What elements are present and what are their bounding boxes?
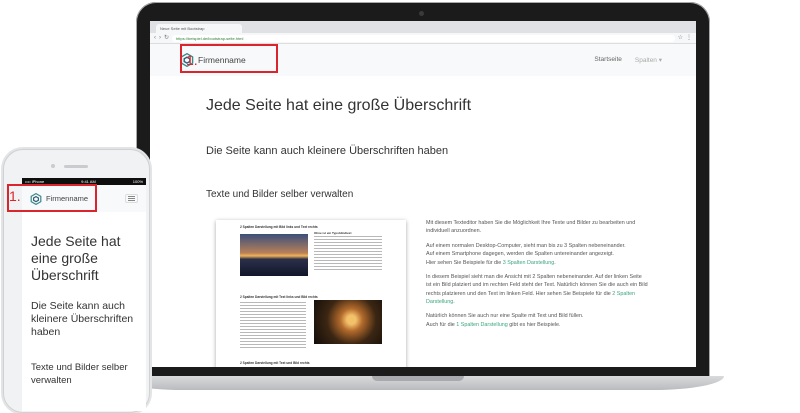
browser-tab[interactable]: Neue Seite mit Bootstrap (156, 24, 242, 33)
laptop-camera (419, 11, 424, 16)
preview-subheading: Ohne ist ein Typoblindtext (314, 231, 352, 235)
preview-text-block (314, 236, 382, 272)
page-subtitle: Die Seite kann auch kleinere Überschrift… (31, 300, 134, 338)
paragraph: Natürlich können Sie auch nur eine Spalt… (426, 312, 648, 329)
preview-night-photo (314, 300, 382, 344)
phone-content: Jede Seite hat eine große Überschrift Di… (22, 233, 146, 387)
link-3-spalten[interactable]: 3 Spalten Darstellung (503, 260, 555, 266)
url-field[interactable]: https://beispiel.de/bootstrap-seite.html (172, 34, 675, 42)
annotation-box (7, 184, 97, 212)
page-title: Jede Seite hat eine große Überschrift (31, 233, 121, 283)
text-line: Hier sehen Sie Beispiele für die (426, 259, 503, 266)
preview-heading-3: 2 Spalten Darstellung mit Text und Bild … (240, 361, 310, 365)
hamburger-menu-icon[interactable] (125, 194, 138, 203)
star-icon[interactable]: ☆ (678, 35, 683, 41)
link-1-spalten[interactable]: 1 Spalten Darstellung (456, 322, 508, 328)
preview-heading-2: 2 Spalten Darstellung mit Text links und… (240, 295, 318, 299)
document-preview-image: 2 Spalten Darstellung mit Bild links und… (216, 220, 406, 367)
text-line: . (453, 299, 455, 305)
preview-text-block (240, 302, 306, 348)
site-content: Jede Seite hat eine große Überschrift Di… (150, 97, 696, 200)
browser-tabbar: Neue Seite mit Bootstrap (150, 21, 696, 33)
nav-dropdown-spalten[interactable]: Spalten ▾ (635, 56, 662, 64)
paragraph: Mit diesem Texteditor haben Sie die Mögl… (426, 220, 636, 235)
content-text-column: Mit diesem Texteditor haben Sie die Mögl… (426, 219, 648, 335)
browser-addressbar: ‹ › ↻ https://beispiel.de/bootstrap-seit… (150, 33, 696, 44)
battery-label: 100% (132, 179, 143, 184)
reload-icon[interactable]: ↻ (164, 35, 169, 41)
text-line: Auch für die (426, 321, 457, 328)
laptop-notch (372, 376, 464, 381)
section-heading: Texte und Bilder selber verwalten (31, 362, 128, 386)
text-line: . (554, 259, 556, 266)
paragraph: In diesem Beispiel sieht man die Ansicht… (426, 273, 648, 307)
menu-dots-icon[interactable]: ⋮ (686, 35, 692, 41)
forward-icon[interactable]: › (159, 35, 161, 41)
preview-city-photo (240, 234, 308, 276)
text-line: Auf einem Smartphone dagegen, werden die… (426, 251, 614, 258)
phone-speaker (64, 165, 88, 168)
site-nav: Startseite Spalten ▾ (594, 56, 662, 64)
phone-camera (51, 164, 55, 168)
text-line: gibt es hier Beispiele. (507, 321, 561, 328)
section-heading: Texte und Bilder selber verwalten (206, 189, 354, 200)
page-title: Jede Seite hat eine große Überschrift (206, 97, 472, 114)
preview-heading-1: 2 Spalten Darstellung mit Bild links und… (240, 225, 318, 229)
nav-link-startseite[interactable]: Startseite (594, 56, 621, 64)
text-line: Auf einem normalen Desktop-Computer, sie… (426, 242, 626, 249)
phone-screen: •••• iPhone 9:41 AM 100% Firmenname Jede… (22, 178, 146, 411)
paragraph: Auf einem normalen Desktop-Computer, sie… (426, 242, 648, 267)
annotation-box (180, 44, 278, 73)
back-icon[interactable]: ‹ (154, 35, 156, 41)
text-line: Natürlich können Sie auch nur eine Spalt… (426, 313, 584, 320)
page-subtitle: Die Seite kann auch kleinere Überschrift… (206, 145, 449, 157)
